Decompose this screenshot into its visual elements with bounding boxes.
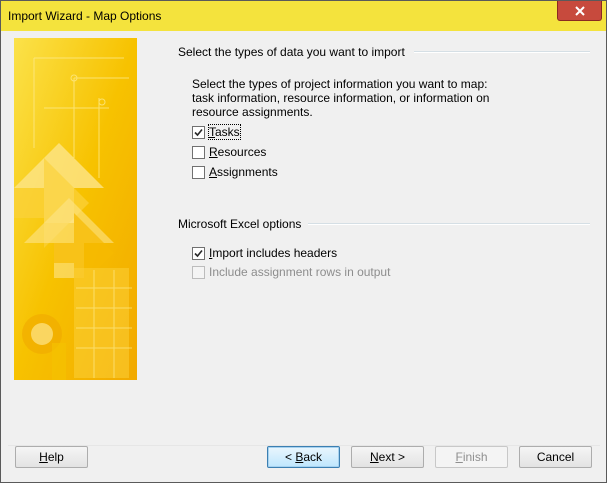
description-line: task information, resource information, … xyxy=(192,91,490,105)
next-label: ext > xyxy=(378,450,406,464)
description-line: Select the types of project information … xyxy=(192,77,488,91)
close-button[interactable] xyxy=(557,1,602,21)
excel-options-group-title: Microsoft Excel options xyxy=(178,217,302,231)
back-mnemonic: B xyxy=(295,450,304,464)
window-title: Import Wizard - Map Options xyxy=(8,9,162,23)
back-button[interactable]: < Back xyxy=(267,446,340,468)
back-label: ack xyxy=(303,450,323,464)
next-button[interactable]: Next > xyxy=(351,446,424,468)
next-mnemonic: N xyxy=(369,450,379,464)
checkbox-box[interactable] xyxy=(192,265,205,279)
checkbox-box[interactable] xyxy=(192,165,205,179)
finish-label: inish xyxy=(462,450,488,464)
help-button[interactable]: Help xyxy=(15,446,88,468)
group-divider xyxy=(414,51,590,53)
resources-label: Resources xyxy=(209,145,267,159)
assignments-label: Assignments xyxy=(209,165,278,179)
wizard-content: Select the types of data you want to imp… xyxy=(8,31,600,475)
back-prefix: < xyxy=(284,450,296,464)
import-headers-checkbox[interactable]: Import includes headers xyxy=(192,245,337,261)
data-types-group-title: Select the types of data you want to imp… xyxy=(178,45,405,59)
description-line: resource assignments. xyxy=(192,105,313,119)
group-divider xyxy=(308,223,590,225)
assignments-checkbox[interactable]: Assignments xyxy=(192,164,278,180)
check-icon xyxy=(194,128,203,136)
finish-mnemonic: F xyxy=(455,450,463,464)
finish-button[interactable]: Finish xyxy=(435,446,508,468)
checkbox-box[interactable] xyxy=(192,145,205,159)
help-mnemonic: H xyxy=(39,450,48,464)
help-label: elp xyxy=(47,450,64,464)
wizard-banner-image xyxy=(14,38,137,380)
close-icon xyxy=(574,5,585,16)
import-headers-label: Import includes headers xyxy=(209,246,338,260)
assignment-rows-checkbox[interactable]: Include assignment rows in output xyxy=(192,264,390,280)
cancel-label: Cancel xyxy=(536,450,575,464)
checkbox-box[interactable] xyxy=(192,125,205,139)
cancel-button[interactable]: Cancel xyxy=(519,446,592,468)
tasks-label: Tasks xyxy=(208,124,241,140)
data-types-description: Select the types of project information … xyxy=(192,77,512,119)
title-bar[interactable]: Import Wizard - Map Options xyxy=(1,1,606,31)
check-icon xyxy=(194,249,203,257)
tasks-checkbox[interactable]: Tasks xyxy=(192,124,241,140)
resources-checkbox[interactable]: Resources xyxy=(192,144,266,160)
assignment-rows-label: Include assignment rows in output xyxy=(209,265,391,279)
import-wizard-window: Import Wizard - Map Options Select the t… xyxy=(0,0,607,483)
checkbox-box[interactable] xyxy=(192,246,205,260)
